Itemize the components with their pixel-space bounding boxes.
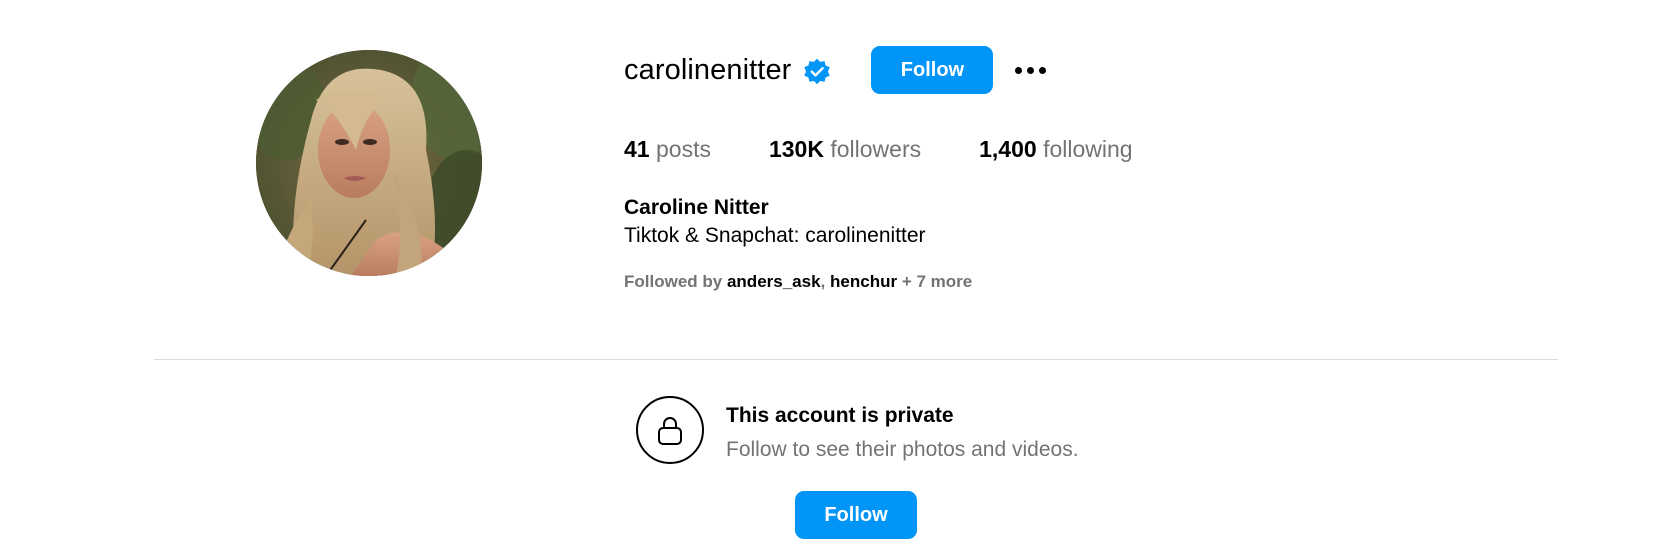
posts-stat: 41 posts bbox=[624, 136, 711, 163]
following-label: following bbox=[1043, 136, 1133, 162]
mutual-follower-link[interactable]: henchur bbox=[830, 272, 897, 291]
private-account-title: This account is private bbox=[726, 404, 954, 427]
followed-by-separator: , bbox=[820, 272, 826, 291]
private-follow-button[interactable]: Follow bbox=[795, 491, 917, 539]
avatar-image bbox=[256, 50, 482, 276]
dot bbox=[1027, 66, 1035, 74]
posts-count: 41 bbox=[624, 136, 650, 162]
followers-label: followers bbox=[830, 136, 922, 162]
dot bbox=[1015, 66, 1023, 74]
profile-bio: Tiktok & Snapchat: carolinenitter bbox=[624, 224, 926, 247]
following-stat[interactable]: 1,400 following bbox=[979, 136, 1132, 163]
profile-username[interactable]: carolinenitter bbox=[624, 54, 791, 87]
mutual-follower-link[interactable]: anders_ask bbox=[727, 272, 821, 291]
following-count: 1,400 bbox=[979, 136, 1037, 162]
profile-full-name: Caroline Nitter bbox=[624, 196, 769, 219]
followed-by-prefix: Followed by bbox=[624, 272, 723, 291]
profile-page: carolinenitter Follow 41 posts 130K foll… bbox=[0, 0, 1656, 546]
followers-stat[interactable]: 130K followers bbox=[769, 136, 921, 163]
more-options-icon[interactable] bbox=[1015, 50, 1051, 90]
dot bbox=[1039, 66, 1047, 74]
followers-count: 130K bbox=[768, 136, 824, 162]
followed-by-line[interactable]: Followed by anders_ask, henchur + 7 more bbox=[624, 272, 972, 292]
profile-stats: 41 posts 130K followers 1,400 following bbox=[624, 136, 1191, 163]
private-account-subtitle: Follow to see their photos and videos. bbox=[726, 438, 1079, 461]
section-divider bbox=[154, 359, 1558, 360]
posts-label: posts bbox=[655, 136, 711, 162]
profile-avatar[interactable] bbox=[256, 50, 482, 276]
lock-icon bbox=[636, 396, 704, 464]
profile-header: carolinenitter Follow bbox=[624, 44, 1051, 96]
follow-button[interactable]: Follow bbox=[871, 46, 994, 94]
followed-by-suffix: + 7 more bbox=[901, 272, 973, 291]
verified-badge-icon bbox=[803, 58, 831, 86]
